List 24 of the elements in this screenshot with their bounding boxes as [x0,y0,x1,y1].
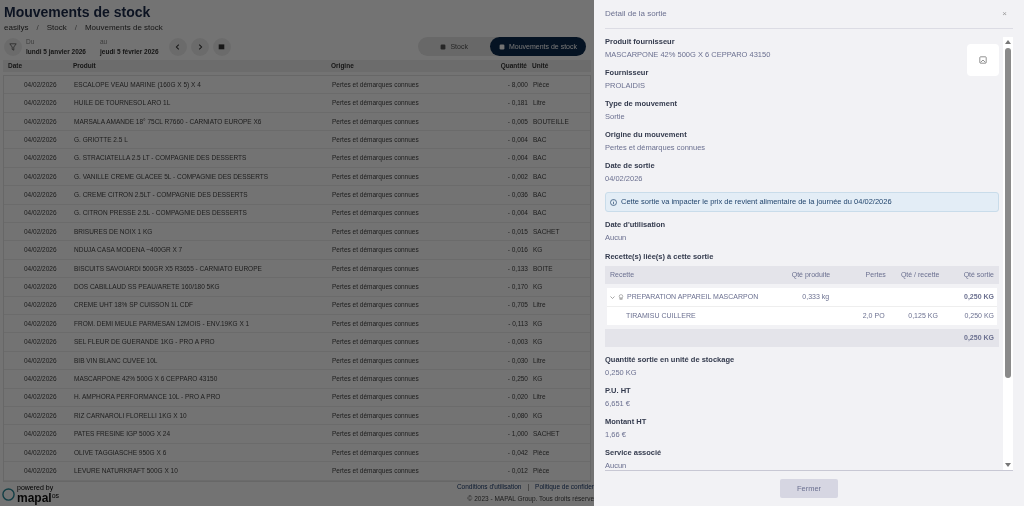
breadcrumb-link[interactable]: easilys [4,22,29,34]
scroll-up-icon[interactable] [1005,40,1011,44]
image-icon [979,56,987,64]
chevron-left-icon [173,42,182,51]
scroll-down-icon[interactable] [1005,463,1011,467]
close-button[interactable]: × [1002,8,1007,20]
page-title: Mouvements de stock [4,4,152,20]
next-button[interactable] [190,37,209,56]
filter-button[interactable] [4,37,22,56]
logo-icon [2,487,15,501]
collapse-icon[interactable] [610,294,615,300]
previous-button[interactable] [168,37,187,56]
breadcrumb-link[interactable]: Mouvements de stock [84,22,163,34]
info-icon [610,198,617,206]
image-button[interactable] [967,44,999,76]
drawer-title: Détail de la sortie [605,8,667,20]
scrollbar[interactable] [1003,37,1013,470]
calendar-button[interactable] [212,37,231,56]
brand-logo: mapal [17,492,52,504]
filter-icon [9,42,17,51]
breadcrumb-separator: / [36,22,39,34]
calendar-icon [218,43,226,51]
breadcrumb-link[interactable]: Stock [46,22,67,34]
breadcrumb-separator: / [74,22,77,34]
